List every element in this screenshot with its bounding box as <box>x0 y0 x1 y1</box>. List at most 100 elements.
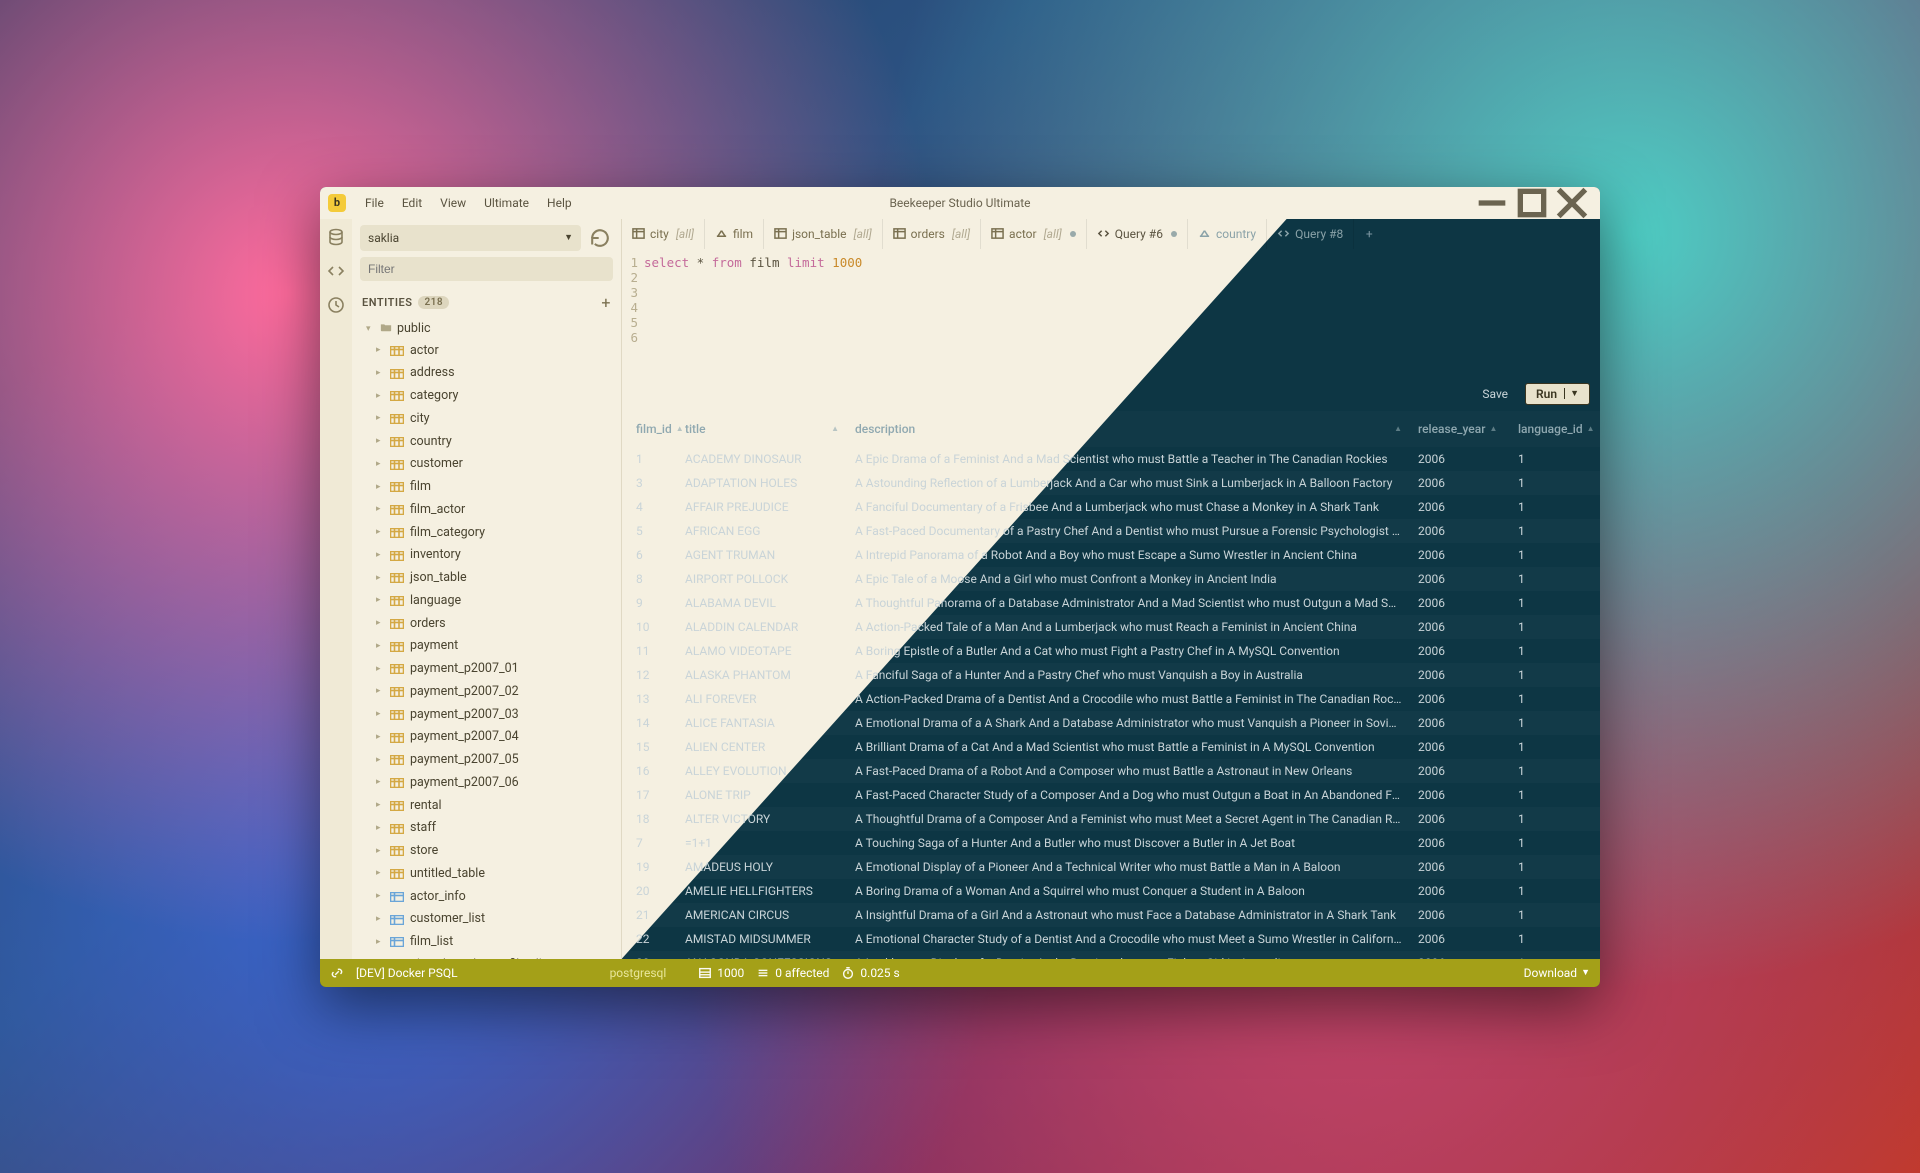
cell: A Boring Epistle of a Butler And a Cat w… <box>847 639 1410 663</box>
entity-tree[interactable]: ▾ public ▸actor▸address▸category▸city▸co… <box>352 318 621 959</box>
table-node[interactable]: ▸payment_p2007_01 <box>352 658 621 681</box>
table-node[interactable]: ▸payment_p2007_05 <box>352 749 621 772</box>
table-row[interactable]: 21AMERICAN CIRCUSA Insightful Drama of a… <box>622 903 1600 927</box>
table-node[interactable]: ▸country <box>352 431 621 454</box>
table-row[interactable]: 19AMADEUS HOLYA Emotional Display of a P… <box>622 855 1600 879</box>
tab[interactable]: Query #6 <box>1087 219 1188 249</box>
history-icon[interactable] <box>326 295 346 315</box>
table-node[interactable]: ▸city <box>352 408 621 431</box>
window-maximize-icon[interactable] <box>1512 187 1552 219</box>
table-row[interactable]: 5AFRICAN EGGA Fast-Paced Documentary of … <box>622 519 1600 543</box>
menu-file[interactable]: File <box>356 196 393 210</box>
table-node[interactable]: ▸nicer_but_slower_film_list <box>352 954 621 959</box>
table-row[interactable]: 6AGENT TRUMANA Intrepid Panorama of a Ro… <box>622 543 1600 567</box>
table-node[interactable]: ▸film_category <box>352 522 621 545</box>
table-node[interactable]: ▸actor_info <box>352 886 621 909</box>
table-node[interactable]: ▸payment_p2007_03 <box>352 704 621 727</box>
schema-node[interactable]: ▾ public <box>352 318 621 340</box>
table-node[interactable]: ▸orders <box>352 613 621 636</box>
column-header[interactable]: release_year▲ <box>1410 417 1510 441</box>
filter-input[interactable] <box>360 257 613 281</box>
table-name: actor_info <box>410 888 466 907</box>
table-row[interactable]: 9ALABAMA DEVILA Thoughtful Panorama of a… <box>622 591 1600 615</box>
table-row[interactable]: 12ALASKA PHANTOMA Fanciful Saga of a Hun… <box>622 663 1600 687</box>
table-node[interactable]: ▸json_table <box>352 567 621 590</box>
tab[interactable]: city[all] <box>622 219 705 249</box>
refresh-icon[interactable] <box>587 225 613 251</box>
table-node[interactable]: ▸payment_p2007_04 <box>352 726 621 749</box>
table-row[interactable]: 23ANACONDA CONFESSIONSA Lacklusture Disp… <box>622 951 1600 959</box>
table-node[interactable]: ▸film_list <box>352 931 621 954</box>
window-minimize-icon[interactable] <box>1472 187 1512 219</box>
connection-selector[interactable]: saklia ▼ <box>360 225 581 251</box>
cell: A Lacklusture Display of a Dentist And a… <box>847 951 1410 959</box>
menu-view[interactable]: View <box>431 196 475 210</box>
column-header[interactable]: description▲ <box>847 417 1410 441</box>
table-row[interactable]: 13ALI FOREVERA Action-Packed Drama of a … <box>622 687 1600 711</box>
table-row[interactable]: 16ALLEY EVOLUTIONA Fast-Paced Drama of a… <box>622 759 1600 783</box>
table-node[interactable]: ▸payment <box>352 635 621 658</box>
table-row[interactable]: 15ALIEN CENTERA Brilliant Drama of a Cat… <box>622 735 1600 759</box>
table-node[interactable]: ▸film_actor <box>352 499 621 522</box>
add-entity-icon[interactable]: + <box>601 293 611 312</box>
menu-help[interactable]: Help <box>538 196 581 210</box>
table-row[interactable]: 20AMELIE HELLFIGHTERSA Boring Drama of a… <box>622 879 1600 903</box>
table-node[interactable]: ▸staff <box>352 817 621 840</box>
connection-status[interactable]: [DEV] Docker PSQL <box>356 966 458 980</box>
sql-editor[interactable]: 1select * from film limit 100023456 <box>622 249 1600 379</box>
download-button[interactable]: Download ▼ <box>1524 966 1590 980</box>
window-close-icon[interactable] <box>1552 187 1592 219</box>
menu-edit[interactable]: Edit <box>393 196 431 210</box>
table-row[interactable]: 18ALTER VICTORYA Thoughtful Drama of a C… <box>622 807 1600 831</box>
table-node[interactable]: ▸address <box>352 362 621 385</box>
schema-name: public <box>397 321 431 336</box>
code-line[interactable]: select * from film limit 1000 <box>644 255 862 270</box>
sort-icon: ▲ <box>1587 424 1595 433</box>
table-node[interactable]: ▸customer_list <box>352 908 621 931</box>
table-icon <box>390 710 404 720</box>
tab[interactable]: Query #8 <box>1267 219 1354 249</box>
chevron-down-icon[interactable]: ▼ <box>1564 388 1579 399</box>
table-row[interactable]: 11ALAMO VIDEOTAPEA Boring Epistle of a B… <box>622 639 1600 663</box>
table-node[interactable]: ▸language <box>352 590 621 613</box>
table-row[interactable]: 1ACADEMY DINOSAURA Epic Drama of a Femin… <box>622 447 1600 471</box>
table-node[interactable]: ▸customer <box>352 453 621 476</box>
tab[interactable]: orders[all] <box>883 219 981 249</box>
table-node[interactable]: ▸payment_p2007_06 <box>352 772 621 795</box>
table-node[interactable]: ▸category <box>352 385 621 408</box>
column-header[interactable]: language_id▲ <box>1510 417 1600 441</box>
cell: ADAPTATION HOLES <box>677 471 847 495</box>
tab[interactable]: json_table[all] <box>764 219 883 249</box>
add-tab-icon[interactable]: + <box>1354 219 1384 249</box>
table-node[interactable]: ▸payment_p2007_02 <box>352 681 621 704</box>
results-table[interactable]: film_id▲ title▲ description▲ release_yea… <box>622 411 1600 959</box>
table-icon <box>390 801 404 811</box>
table-row[interactable]: 7=1+1A Touching Saga of a Hunter And a B… <box>622 831 1600 855</box>
save-button[interactable]: Save <box>1471 383 1519 405</box>
tab[interactable]: actor[all] <box>981 219 1087 249</box>
menu-ultimate[interactable]: Ultimate <box>475 196 538 210</box>
table-row[interactable]: 22AMISTAD MIDSUMMERA Emotional Character… <box>622 927 1600 951</box>
table-row[interactable]: 3ADAPTATION HOLESA Astounding Reflection… <box>622 471 1600 495</box>
run-button[interactable]: Run ▼ <box>1525 383 1590 405</box>
table-row[interactable]: 10ALADDIN CALENDARA Action-Packed Tale o… <box>622 615 1600 639</box>
column-header[interactable]: film_id▲ <box>622 417 677 441</box>
code-icon[interactable] <box>326 261 346 281</box>
table-icon <box>390 642 404 652</box>
table-node[interactable]: ▸rental <box>352 795 621 818</box>
table-node[interactable]: ▸film <box>352 476 621 499</box>
table-node[interactable]: ▸store <box>352 840 621 863</box>
cell: 16 <box>622 759 677 783</box>
database-icon[interactable] <box>326 227 346 247</box>
table-row[interactable]: 8AIRPORT POLLOCKA Epic Tale of a Moose A… <box>622 567 1600 591</box>
table-row[interactable]: 14ALICE FANTASIAA Emotional Drama of a A… <box>622 711 1600 735</box>
cell: A Astounding Reflection of a Lumberjack … <box>847 471 1410 495</box>
tab[interactable]: film <box>705 219 764 249</box>
table-row[interactable]: 4AFFAIR PREJUDICEA Fanciful Documentary … <box>622 495 1600 519</box>
table-node[interactable]: ▸actor <box>352 340 621 363</box>
table-node[interactable]: ▸inventory <box>352 544 621 567</box>
tab[interactable]: country <box>1188 219 1267 249</box>
column-header[interactable]: title▲ <box>677 417 847 441</box>
table-node[interactable]: ▸untitled_table <box>352 863 621 886</box>
table-row[interactable]: 17ALONE TRIPA Fast-Paced Character Study… <box>622 783 1600 807</box>
